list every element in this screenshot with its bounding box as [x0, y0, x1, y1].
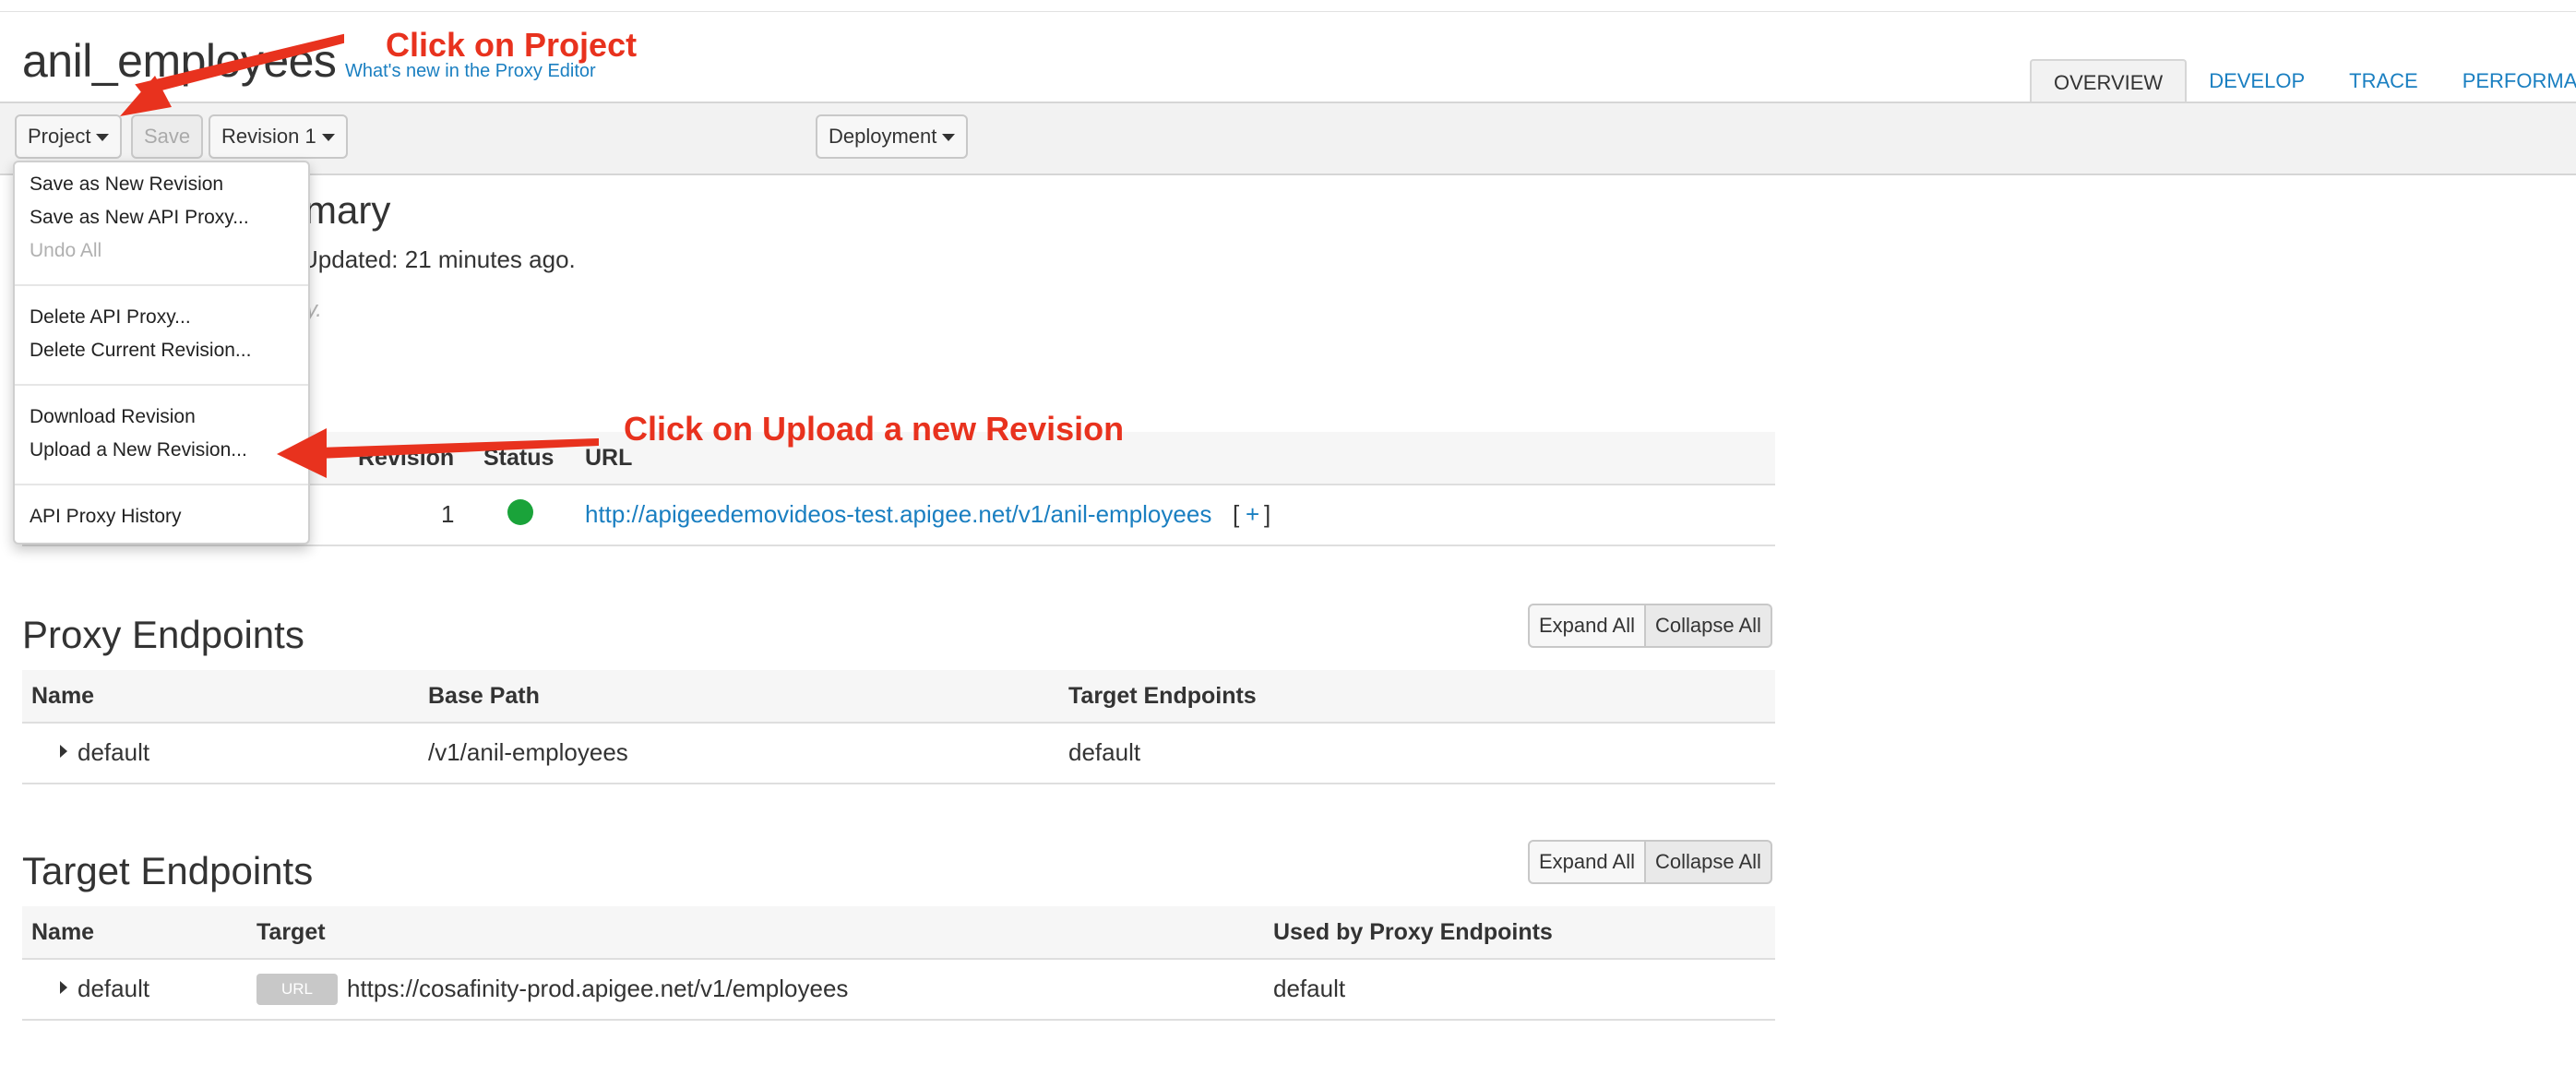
annotation-arrows	[120, 33, 599, 478]
arrow-icon	[318, 437, 599, 460]
arrow-icon	[277, 428, 327, 478]
arrow-icon	[135, 33, 344, 96]
